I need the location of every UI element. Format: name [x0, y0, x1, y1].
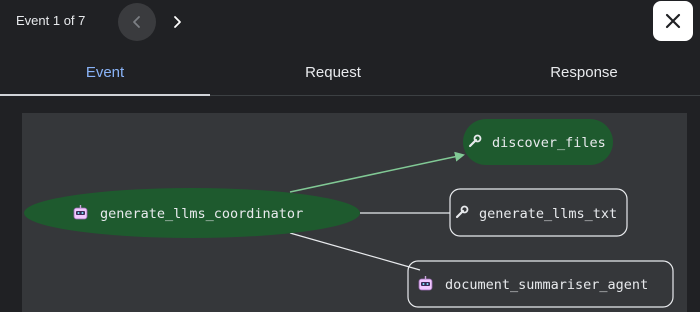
tab-event[interactable]: Event	[0, 50, 210, 96]
event-toolbar: Event 1 of 7	[0, 0, 700, 42]
node-label: generate_llms_txt	[479, 206, 617, 222]
node-document-summariser-agent[interactable]: document_summariser_agent	[407, 260, 674, 308]
detail-tabs: Event Request Response	[0, 50, 700, 96]
chevron-right-icon	[174, 16, 181, 28]
node-generate-llms-txt[interactable]: generate_llms_txt	[449, 188, 628, 237]
tab-response[interactable]: Response	[484, 50, 684, 95]
tab-request[interactable]: Request	[233, 50, 433, 95]
previous-event-button[interactable]	[118, 3, 156, 41]
agent-graph-canvas: generate_llms_coordinator discover_files…	[24, 119, 674, 308]
edge-coordinator-to-document-summariser	[289, 232, 421, 271]
node-label: document_summariser_agent	[445, 277, 648, 293]
robot-icon	[418, 276, 433, 291]
node-label: generate_llms_coordinator	[100, 206, 303, 222]
close-button[interactable]	[653, 1, 693, 41]
node-label: discover_files	[492, 135, 606, 151]
chevron-left-icon	[133, 16, 140, 28]
close-icon	[665, 13, 681, 29]
event-inspector-panel: Event 1 of 7 Event Request Response gene…	[0, 0, 700, 312]
node-discover-files[interactable]: discover_files	[463, 119, 613, 165]
event-counter: Event 1 of 7	[16, 13, 86, 28]
node-generate-llms-coordinator[interactable]: generate_llms_coordinator	[24, 188, 360, 238]
agent-graph: generate_llms_coordinator discover_files…	[22, 113, 687, 312]
edge-coordinator-to-discover-files	[289, 151, 465, 193]
next-event-button[interactable]	[158, 3, 196, 41]
wrench-icon	[455, 205, 469, 219]
